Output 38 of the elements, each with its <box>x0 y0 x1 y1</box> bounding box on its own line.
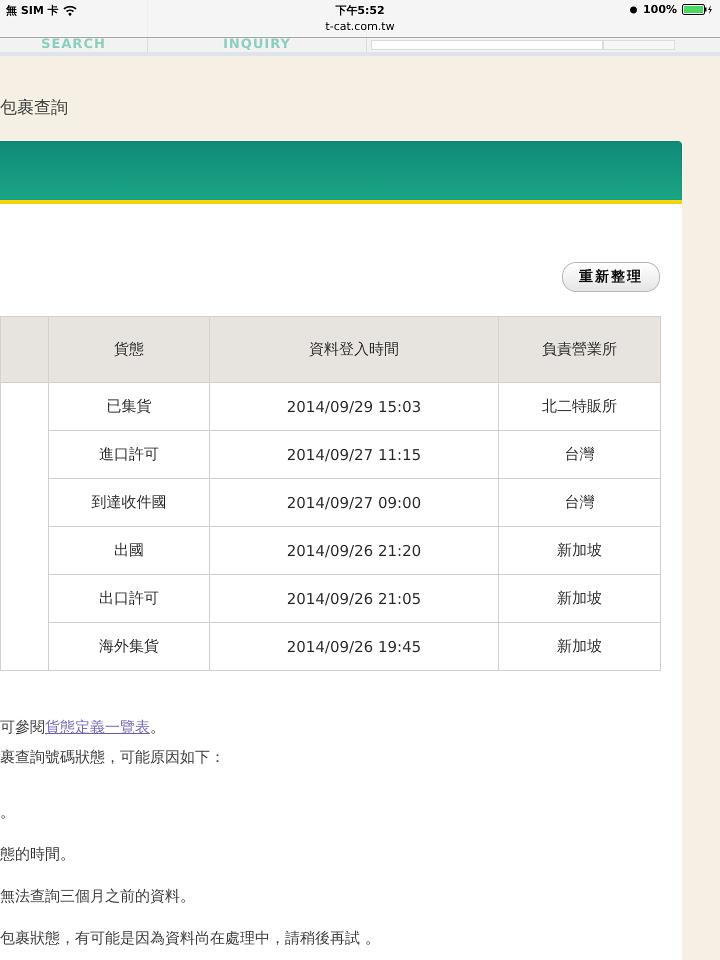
status-definition-link[interactable]: 貨態定義一覽表 <box>45 718 150 736</box>
table-cell: 2014/09/26 21:05 <box>286 590 422 608</box>
table-cell: 台灣 <box>564 445 594 463</box>
url-label: t-cat.com.tw <box>325 20 395 33</box>
table-cell: 2014/09/26 19:45 <box>286 638 422 656</box>
battery-charging-icon <box>682 4 714 15</box>
note-text: 無法查詢三個月之前的資料。 <box>0 886 196 906</box>
table-cell: 到達收件國 <box>92 493 167 511</box>
note-text: 可參閱貨態定義一覽表。 <box>0 717 166 737</box>
table-cell: 2014/09/27 09:00 <box>286 494 422 512</box>
note-text: 包裹狀態，有可能是因為資料尚在處理中，請稍後再試 。 <box>0 928 381 948</box>
refresh-button[interactable]: 重新整理 <box>562 262 660 292</box>
table-cell: 已集貨 <box>106 397 152 415</box>
table-cell: 新加坡 <box>556 541 602 559</box>
clock-time: 下午5:52 <box>335 3 385 18</box>
table-cell: 2014/09/29 15:03 <box>286 398 422 416</box>
search-button[interactable] <box>603 40 675 50</box>
note-text: 態的時間。 <box>0 844 76 864</box>
search-field[interactable] <box>371 40 603 50</box>
note-text: 。 <box>0 802 16 822</box>
column-header: 負責營業所 <box>542 340 617 358</box>
table-cell: 新加坡 <box>556 637 602 655</box>
table-cell: 北二特販所 <box>542 397 617 415</box>
table-cell: 新加坡 <box>556 589 602 607</box>
note-text: 裹查詢號碼狀態，可能原因如下： <box>0 747 226 767</box>
carrier-label: 無 SIM 卡 <box>6 3 59 18</box>
table-cell: 2014/09/26 21:20 <box>286 542 422 560</box>
table-cell: 出國 <box>114 541 144 559</box>
table-cell: 2014/09/27 11:15 <box>286 446 422 464</box>
column-header: 貨態 <box>114 340 144 358</box>
table-cell: 海外集貨 <box>99 637 160 655</box>
table-cell: 進口許可 <box>99 445 160 463</box>
wifi-icon <box>62 5 77 16</box>
table-cell: 出口許可 <box>99 589 160 607</box>
table-cell: 台灣 <box>564 493 594 511</box>
page-title: 包裹查詢 <box>0 97 69 120</box>
column-header: 資料登入時間 <box>308 340 399 358</box>
battery-percent: 100% <box>643 3 677 16</box>
